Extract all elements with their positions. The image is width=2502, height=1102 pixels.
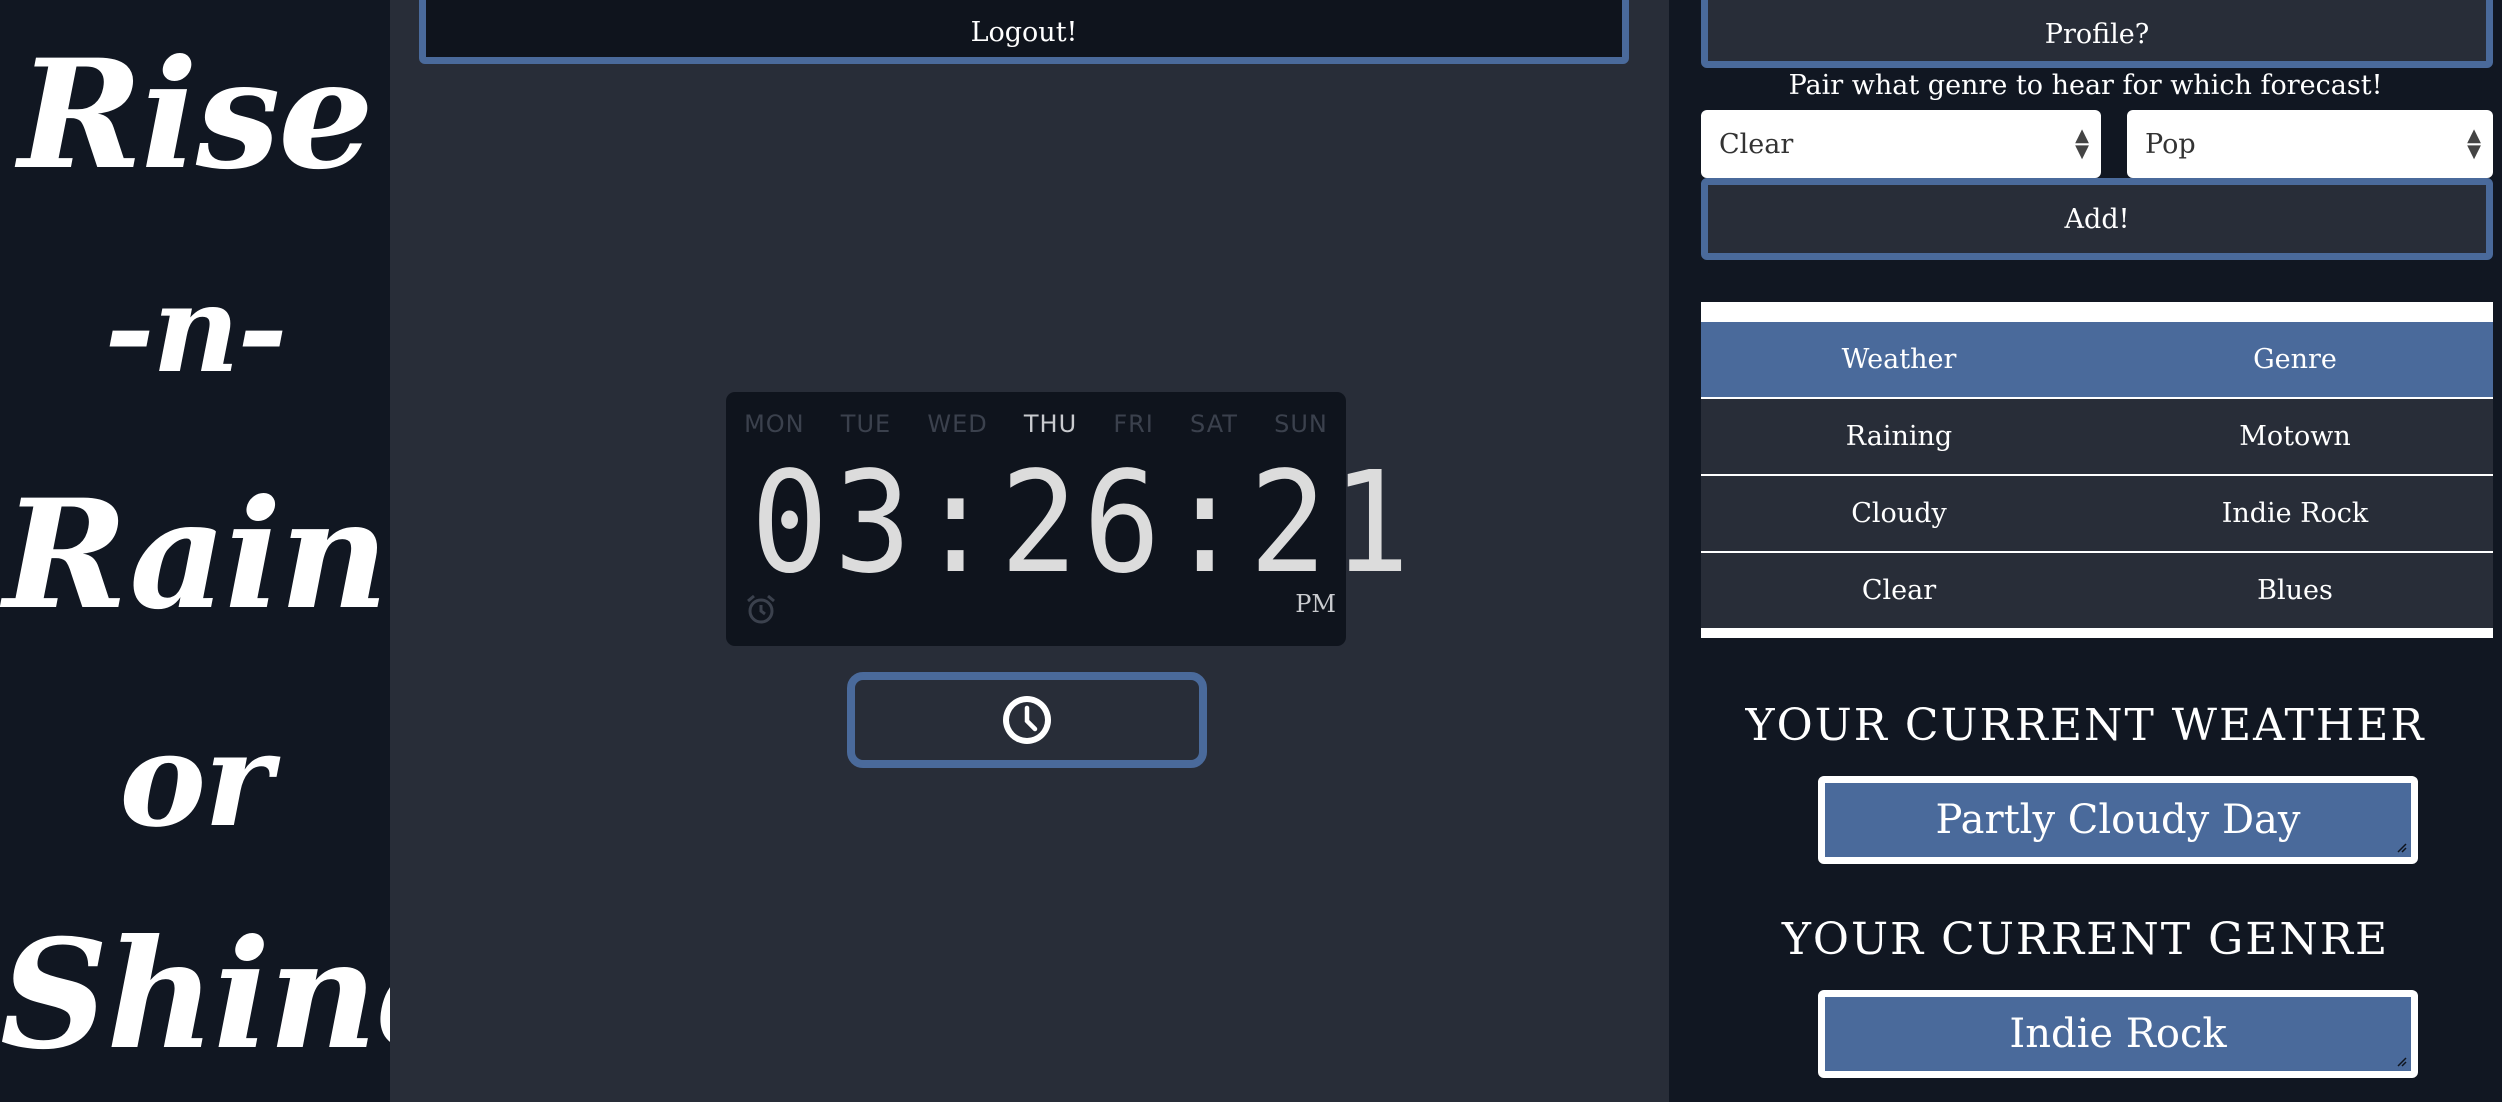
select-arrows-icon: ▲ ▼ <box>2075 124 2089 162</box>
brand-word-shine: Shine <box>0 907 471 1083</box>
brand-word-rise: Rise <box>18 27 374 203</box>
brand-word-rain: Rain <box>3 467 388 643</box>
day-label: SAT <box>1190 410 1238 438</box>
clock-icon <box>1003 696 1051 744</box>
pairing-table: Weather Genre Raining Motown Cloudy Indi… <box>1701 302 2493 638</box>
select-arrows-icon: ▲ ▼ <box>2467 124 2481 162</box>
table-row: Clear Blues <box>1701 552 2493 628</box>
weekday-row: MON TUE WED THU FRI SAT SUN <box>726 410 1346 438</box>
column-header-genre: Genre <box>2253 344 2337 375</box>
table-header-row: Weather Genre <box>1701 322 2493 398</box>
day-label: WED <box>927 410 988 438</box>
current-genre-title: YOUR CURRENT GENRE <box>1781 914 2390 965</box>
genre-select-value: Pop <box>2145 128 2196 160</box>
table-row: Cloudy Indie Rock <box>1701 475 2493 552</box>
day-label-active: THU <box>1023 410 1078 438</box>
profile-button[interactable]: Profile? <box>1701 0 2493 68</box>
day-label: FRI <box>1113 410 1154 438</box>
weather-cell: Clear <box>1861 575 1937 606</box>
brand-word-or: or <box>119 703 272 856</box>
current-weather-title: YOUR CURRENT WEATHER <box>1745 700 2426 751</box>
time-display: 03:26:21 <box>750 442 1416 605</box>
meridiem-indicator: PM <box>1295 590 1336 618</box>
alarm-clock-icon <box>747 594 775 624</box>
weather-cell: Raining <box>1845 421 1953 452</box>
logout-button[interactable]: Logout! <box>419 0 1629 64</box>
genre-select[interactable]: Pop ▲ ▼ <box>2127 110 2493 178</box>
current-genre-value: Indie Rock <box>2009 1011 2227 1057</box>
brand-panel: Rise -n- Rain or Shine <box>0 0 471 1102</box>
settings-panel: Profile? Pair what genre to hear for whi… <box>1669 0 2502 1102</box>
current-weather-value: Partly Cloudy Day <box>1935 797 2301 843</box>
resize-grip-icon[interactable] <box>2395 841 2407 853</box>
add-pair-button[interactable]: Add! <box>1701 178 2493 260</box>
current-weather-box[interactable]: Partly Cloudy Day <box>1818 776 2418 864</box>
current-genre-box[interactable]: Indie Rock <box>1818 990 2418 1078</box>
brand-word-n: -n- <box>104 259 288 400</box>
genre-cell: Indie Rock <box>2221 498 2369 529</box>
digital-clock: MON TUE WED THU FRI SAT SUN 03:26:21 PM <box>726 392 1416 646</box>
resize-grip-icon[interactable] <box>2395 1055 2407 1067</box>
genre-cell: Blues <box>2257 575 2333 606</box>
weather-select-value: Clear <box>1719 128 1794 160</box>
weather-cell: Cloudy <box>1851 498 1947 529</box>
main-panel: Logout! MON TUE WED THU FRI SAT SUN 03:2… <box>390 0 1669 1102</box>
day-label: MON <box>744 410 805 438</box>
weather-select[interactable]: Clear ▲ ▼ <box>1701 110 2101 178</box>
table-row: Raining Motown <box>1701 398 2493 475</box>
clock-button[interactable] <box>847 672 1207 768</box>
column-header-weather: Weather <box>1841 344 1957 375</box>
pairing-prompt: Pair what genre to hear for which foreca… <box>1788 70 2383 101</box>
genre-cell: Motown <box>2239 421 2351 452</box>
day-label: SUN <box>1274 410 1328 438</box>
day-label: TUE <box>840 410 892 438</box>
